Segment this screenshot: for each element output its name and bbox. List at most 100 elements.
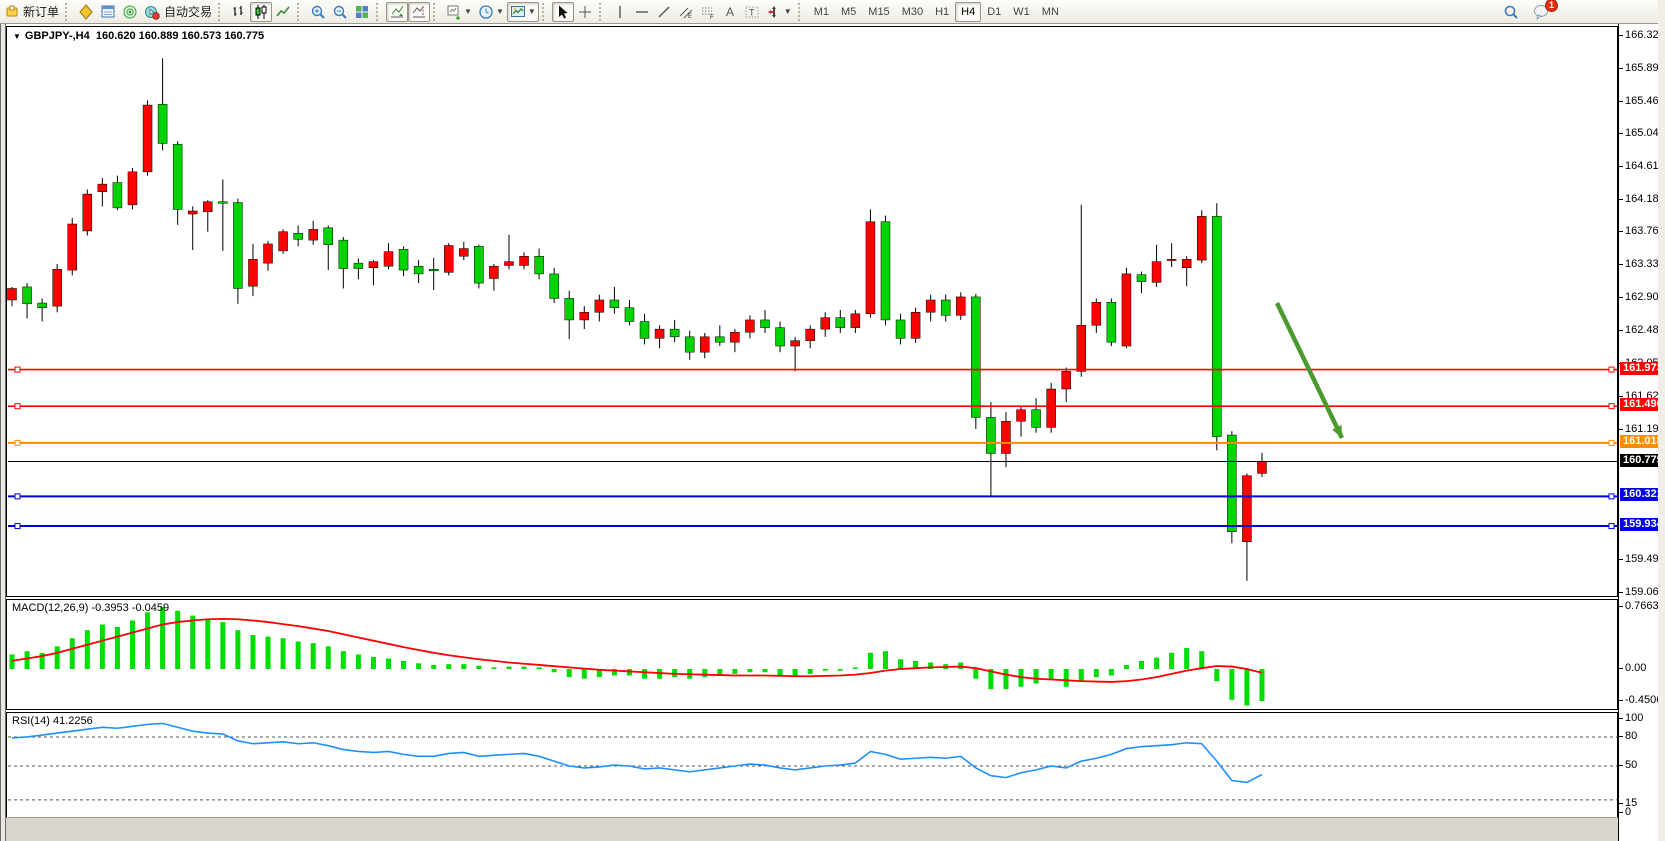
price-tick <box>1619 330 1623 331</box>
macd-panel[interactable]: MACD(12,26,9) -0.3953 -0.0459 <box>6 599 1618 710</box>
timeframe-button-h4[interactable]: H4 <box>955 2 981 22</box>
timeframe-toolbar: M1M5M15M30H1H4D1W1MN <box>808 2 1065 22</box>
bar-chart-button[interactable] <box>228 2 250 22</box>
price-tick <box>1619 718 1623 719</box>
vertical-line-button[interactable] <box>609 2 631 22</box>
toolbar: 新订单 自动交易 <box>0 0 1665 24</box>
svg-text:F: F <box>710 15 714 20</box>
price-tick <box>1619 264 1623 265</box>
crosshair-button[interactable] <box>574 2 596 22</box>
line-chart-icon <box>275 4 291 20</box>
market-watch-icon <box>78 4 94 20</box>
crosshair-icon <box>577 4 593 20</box>
symbol-period-label: GBPJPY-,H4 <box>25 30 90 42</box>
timeframe-button-h1[interactable]: H1 <box>929 2 955 22</box>
main-chart-panel[interactable]: ▼GBPJPY-,H4 160.620 160.889 160.573 160.… <box>6 26 1618 597</box>
new-order-button[interactable]: 新订单 <box>2 2 62 22</box>
data-window-button[interactable] <box>97 2 119 22</box>
toolbar-grip <box>599 3 606 21</box>
macd-signal-line <box>12 619 1262 682</box>
macd-chart[interactable] <box>7 600 1617 709</box>
fibonacci-button[interactable]: F <box>697 2 719 22</box>
chart-window: ▼GBPJPY-,H4 160.620 160.889 160.573 160.… <box>0 24 1665 841</box>
level-line-159.934[interactable] <box>8 524 1617 529</box>
horizontal-line-button[interactable] <box>631 2 653 22</box>
bar-chart-icon <box>231 4 247 20</box>
zoom-out-button[interactable] <box>329 2 351 22</box>
rsi-panel[interactable]: RSI(14) 41.2256 <box>6 712 1618 818</box>
level-line-161.973[interactable] <box>8 367 1617 372</box>
price-tick <box>1619 700 1623 701</box>
price-tick <box>1619 133 1623 134</box>
price-tick <box>1619 297 1623 298</box>
chart-shift-button[interactable] <box>408 2 430 22</box>
macd-axis-label: -0.4506 <box>1625 694 1662 706</box>
timeframe-button-m15[interactable]: M15 <box>862 2 895 22</box>
text-label-button[interactable]: T <box>741 2 763 22</box>
line-chart-button[interactable] <box>272 2 294 22</box>
price-tick <box>1619 166 1623 167</box>
market-watch-button[interactable] <box>75 2 97 22</box>
notifications-button[interactable]: 1 <box>1530 2 1553 22</box>
macd-label: MACD(12,26,9) -0.3953 -0.0459 <box>12 602 169 614</box>
level-line-161.496[interactable] <box>8 404 1617 409</box>
price-tick <box>1619 199 1623 200</box>
timeframe-button-w1[interactable]: W1 <box>1007 2 1036 22</box>
candlestick-chart[interactable] <box>7 27 1617 596</box>
chart-template-button[interactable]: ▼ <box>507 2 539 22</box>
price-tick <box>1619 803 1623 804</box>
macd-axis-label: 0.7663 <box>1625 600 1659 612</box>
equidistant-channel-button[interactable]: E <box>675 2 697 22</box>
autotrading-button[interactable]: 自动交易 <box>141 2 215 22</box>
new-chart-button[interactable]: ▼ <box>443 2 475 22</box>
right-edge-strip <box>1658 0 1665 841</box>
navigator-button[interactable] <box>119 2 141 22</box>
trendline-button[interactable] <box>653 2 675 22</box>
toolbar-grip <box>218 3 225 21</box>
level-line-161.018[interactable] <box>8 440 1617 445</box>
timeframe-button-d1[interactable]: D1 <box>981 2 1007 22</box>
price-tick <box>1619 592 1623 593</box>
level-line-160.321[interactable] <box>8 494 1617 499</box>
candlestick-icon <box>253 4 269 20</box>
zoom-in-button[interactable] <box>307 2 329 22</box>
search-icon <box>1503 4 1519 20</box>
symbol-dropdown-icon[interactable]: ▼ <box>13 32 21 41</box>
tile-windows-button[interactable] <box>351 2 373 22</box>
arrows-button[interactable]: ▼ <box>763 2 795 22</box>
zoom-in-icon <box>310 4 326 20</box>
timeframe-button-m1[interactable]: M1 <box>808 2 835 22</box>
navigator-icon <box>122 4 138 20</box>
timeframe-button-m30[interactable]: M30 <box>896 2 929 22</box>
price-tick <box>1619 396 1623 397</box>
cursor-button[interactable] <box>552 2 574 22</box>
rsi-axis-label: 80 <box>1625 730 1637 742</box>
timeframe-button-mn[interactable]: MN <box>1036 2 1065 22</box>
auto-scroll-icon <box>389 4 405 20</box>
rsi-chart[interactable] <box>7 713 1617 817</box>
auto-scroll-button[interactable] <box>386 2 408 22</box>
new-chart-icon <box>446 4 462 20</box>
toolbar-grip <box>297 3 304 21</box>
new-order-icon <box>5 5 19 19</box>
timeframe-button-m5[interactable]: M5 <box>835 2 862 22</box>
price-tick <box>1619 765 1623 766</box>
candlestick-chart-button[interactable] <box>250 2 272 22</box>
search-button[interactable] <box>1500 2 1522 22</box>
toolbar-grip <box>798 3 805 21</box>
candlestick-series <box>8 58 1267 581</box>
toolbar-grip <box>542 3 549 21</box>
window-edge <box>0 24 6 841</box>
chart-shift-icon <box>411 4 427 20</box>
price-tick <box>1619 559 1623 560</box>
chart-image-icon <box>510 4 526 20</box>
price-tick <box>1619 429 1623 430</box>
mt4-terminal: 新订单 自动交易 <box>0 0 1665 841</box>
new-order-label: 新订单 <box>23 3 59 20</box>
trend-arrow-annotation[interactable] <box>1277 303 1342 438</box>
toolbar-grip <box>433 3 440 21</box>
profiles-button[interactable]: ▼ <box>475 2 507 22</box>
price-tick <box>1619 231 1623 232</box>
price-tick <box>1619 35 1623 36</box>
text-button[interactable]: A <box>719 2 741 22</box>
